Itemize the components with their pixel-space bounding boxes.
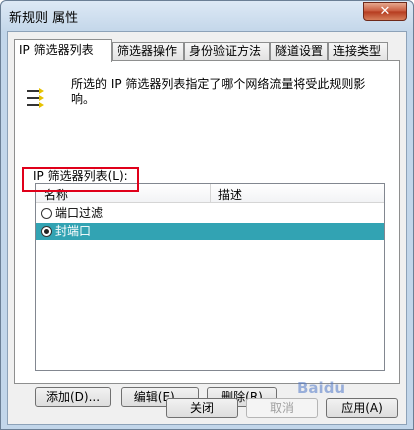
tab-panel-ip-filter-list: 所选的 IP 筛选器列表指定了哪个网络流量将受此规则影响。 IP 筛选器列表(L… [14,60,400,407]
properties-dialog: 新规则 属性 ✕ IP 筛选器列表 筛选器操作 身份验证方法 隧道设置 连接类型… [0,0,414,430]
list-item-name: 端口过滤 [55,206,104,220]
list-item[interactable]: 端口过滤 [36,205,384,222]
watermark-logo: Baidu [297,379,346,397]
close-window-button[interactable]: ✕ [363,2,407,21]
column-separator[interactable] [210,184,211,203]
cancel-button[interactable]: 取消 [246,398,318,418]
red-highlight-annotation [22,167,139,192]
tab-authentication-methods[interactable]: 身份验证方法 [184,42,270,61]
tab-tunnel-settings[interactable]: 隧道设置 [270,42,328,61]
panel-description: 所选的 IP 筛选器列表指定了哪个网络流量将受此规则影响。 [71,77,366,106]
filter-list-icon [27,88,44,108]
radio-button-checked[interactable] [41,226,52,237]
list-item-selected[interactable]: 封端口 [36,223,384,240]
title-bar[interactable]: 新规则 属性 ✕ [1,1,413,31]
close-button[interactable]: 关闭 [166,398,238,418]
ip-filter-listview[interactable]: 名称 描述 端口过滤 封端口 [35,183,385,371]
tab-filter-action[interactable]: 筛选器操作 [112,42,184,61]
tab-ip-filter-list[interactable]: IP 筛选器列表 [14,39,112,62]
column-header-description[interactable]: 描述 [218,186,242,203]
add-button[interactable]: 添加(D)... [35,387,111,407]
tab-connection-type[interactable]: 连接类型 [328,42,388,61]
list-item-name: 封端口 [55,224,92,238]
tab-strip: IP 筛选器列表 筛选器操作 身份验证方法 隧道设置 连接类型 [14,39,400,62]
radio-button[interactable] [41,208,52,219]
dialog-client-area: IP 筛选器列表 筛选器操作 身份验证方法 隧道设置 连接类型 所选的 IP 筛… [7,31,407,425]
apply-button[interactable]: 应用(A) [326,398,398,418]
window-title: 新规则 属性 [9,11,79,26]
